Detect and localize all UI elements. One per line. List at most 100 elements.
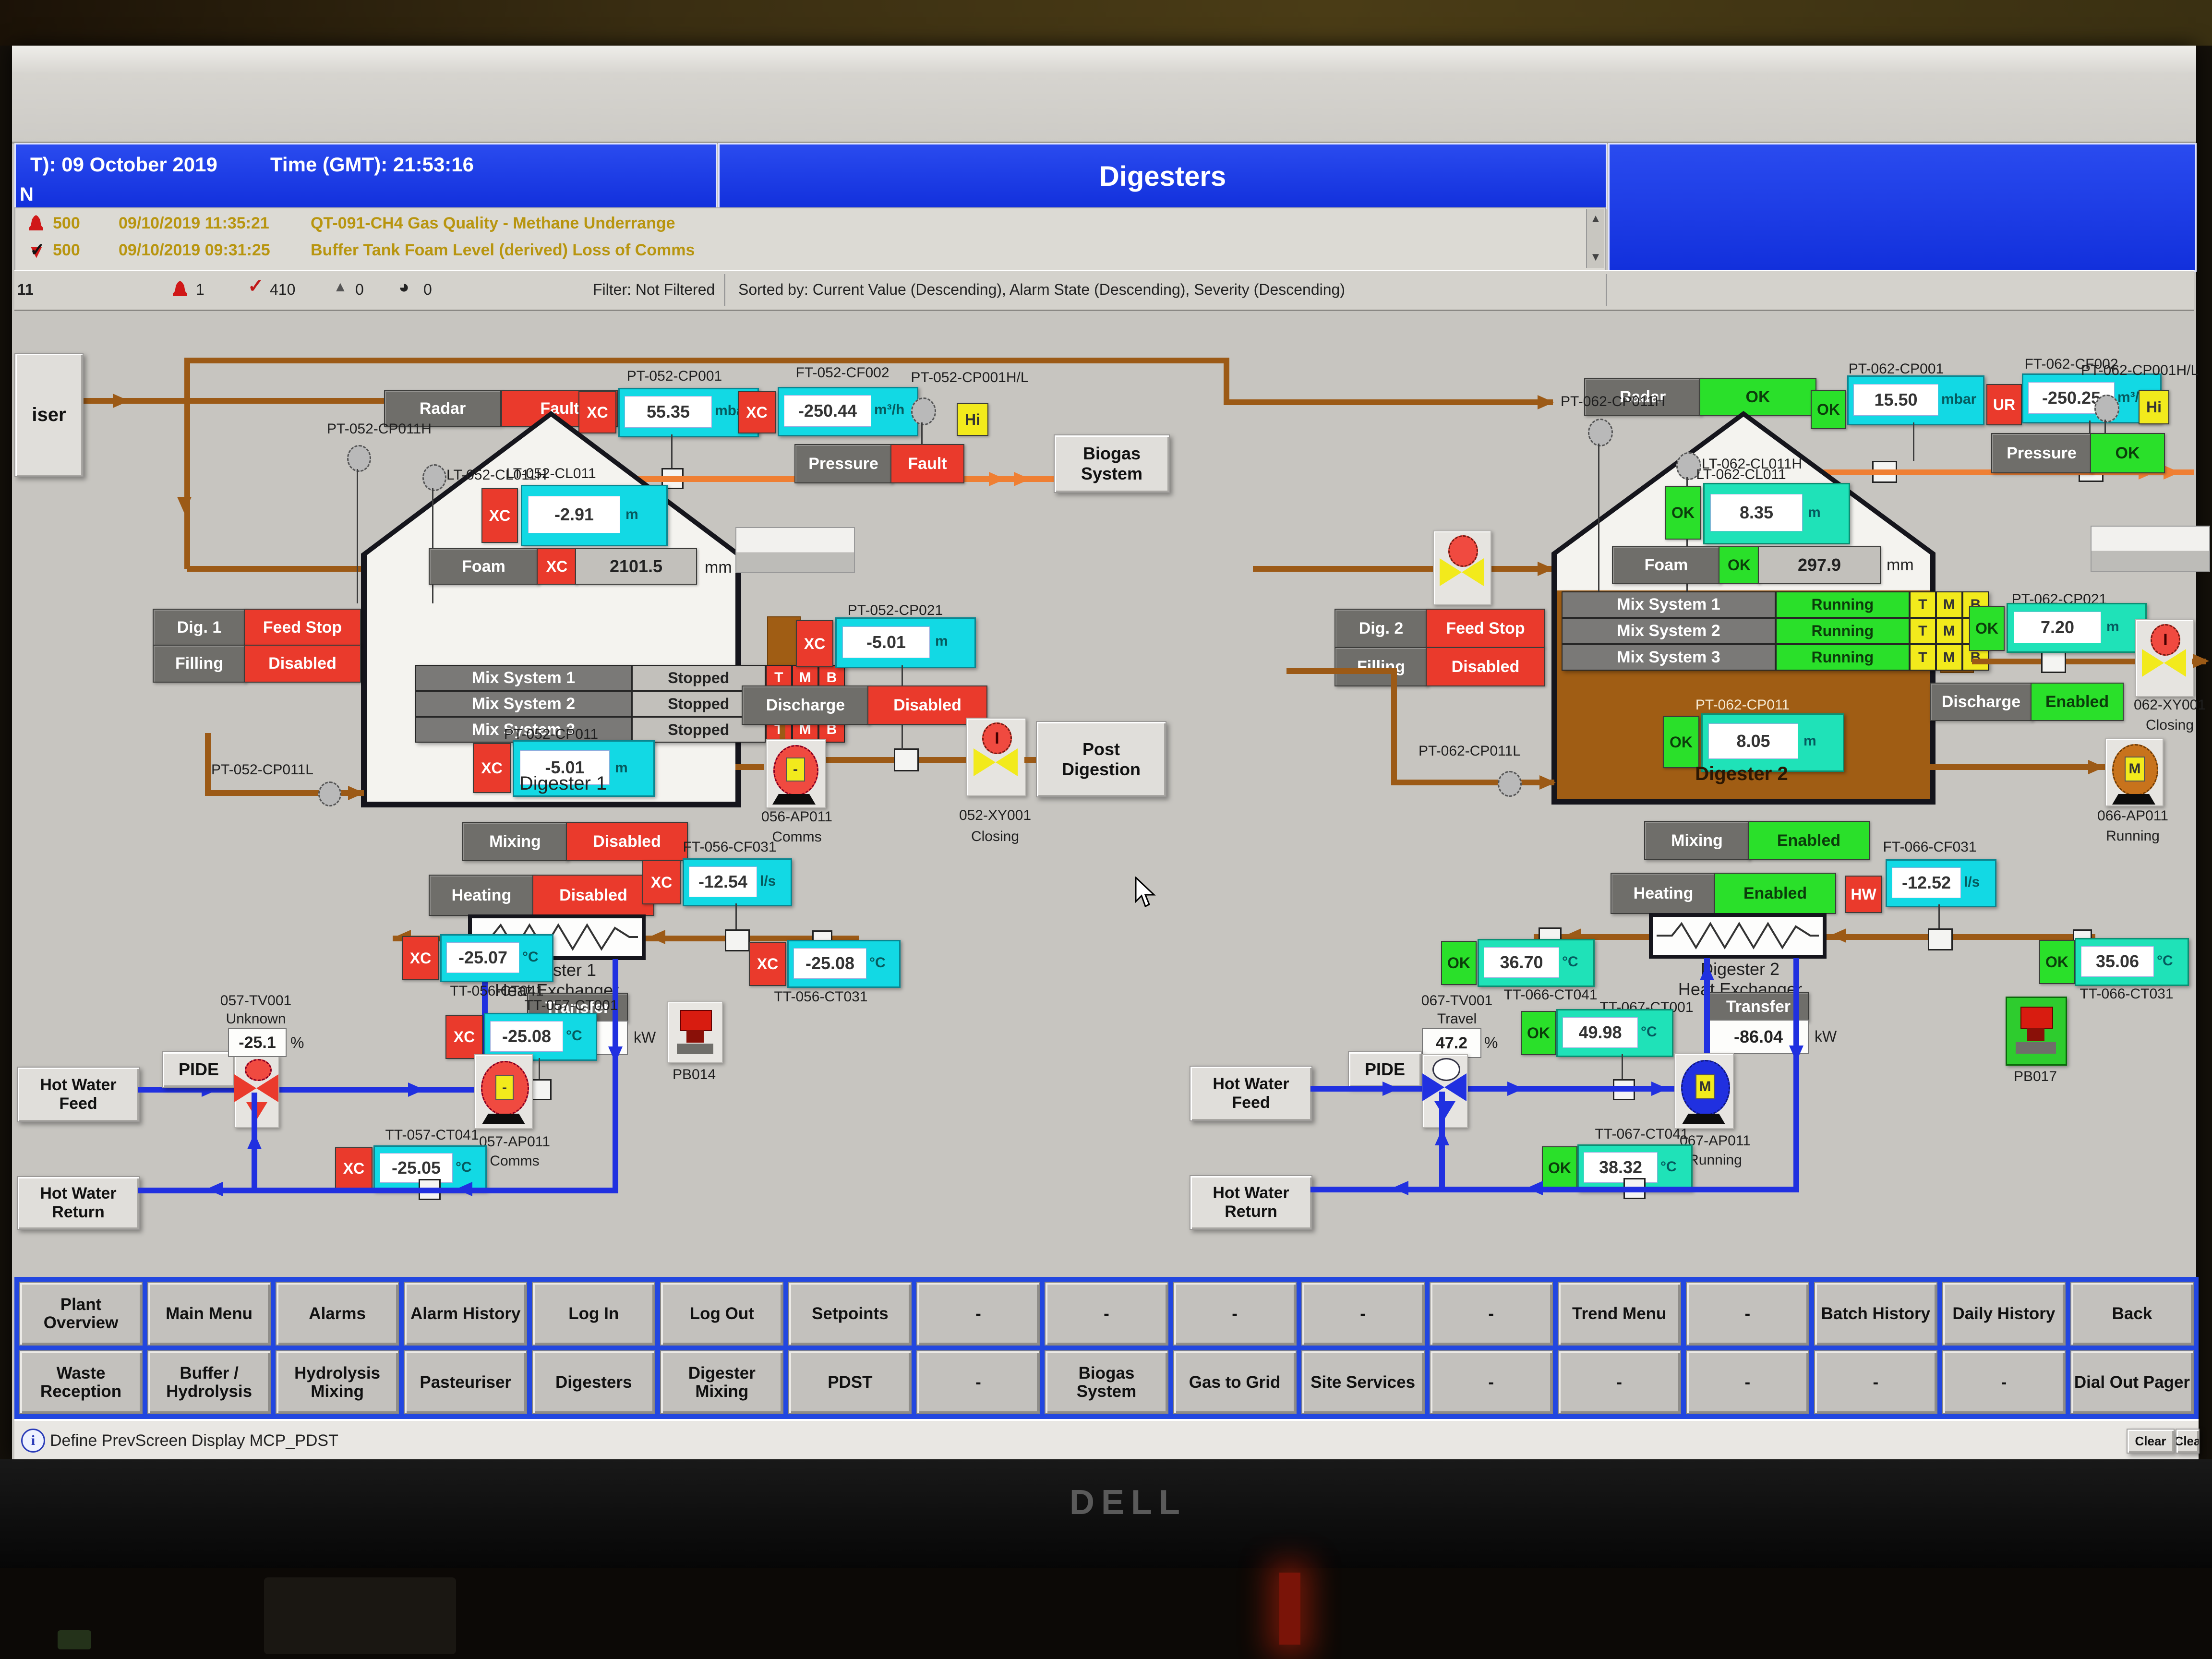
ok-badge[interactable]: OK bbox=[1811, 390, 1846, 429]
alarm-code[interactable]: 500 bbox=[53, 241, 80, 260]
valve-067-TV001[interactable] bbox=[1422, 1054, 1468, 1128]
pump-056-AP011[interactable]: - bbox=[766, 739, 826, 808]
nav-button-alarm-history[interactable]: Alarm History bbox=[404, 1282, 527, 1346]
pide-button[interactable]: PIDE bbox=[162, 1051, 236, 1088]
pump-066-AP011[interactable]: M bbox=[2105, 738, 2164, 806]
nav-button-blank[interactable]: - bbox=[1686, 1282, 1809, 1346]
nav-button-pdst[interactable]: PDST bbox=[788, 1350, 912, 1414]
nav-post-digestion[interactable]: Post Digestion bbox=[1036, 721, 1166, 797]
nav-button-blank[interactable]: - bbox=[1173, 1282, 1297, 1346]
ok-badge[interactable]: OK bbox=[2039, 940, 2075, 984]
mix-top-button[interactable]: T bbox=[1910, 618, 1936, 644]
pressure-status[interactable]: Fault bbox=[890, 444, 964, 483]
mixing-status[interactable]: Enabled bbox=[1748, 821, 1870, 860]
hi-alarm-badge[interactable]: Hi bbox=[2139, 390, 2169, 424]
alarm-timestamp[interactable]: 09/10/2019 09:31:25 bbox=[119, 241, 270, 260]
nav-button-buffer-hydrolysis[interactable]: Buffer / Hydrolysis bbox=[147, 1350, 271, 1414]
value-box[interactable]: -12.52 l/s bbox=[1886, 859, 1996, 907]
nav-button-blank[interactable]: - bbox=[1430, 1282, 1553, 1346]
nav-button-back[interactable]: Back bbox=[2070, 1282, 2194, 1346]
alarm-ack-badge[interactable]: XC bbox=[642, 860, 681, 904]
valve-049-XY061[interactable] bbox=[1433, 530, 1491, 605]
clear-button-partial[interactable]: Clea bbox=[2176, 1429, 2200, 1454]
heating-status[interactable]: Disabled bbox=[532, 875, 654, 916]
alarm-ack-badge[interactable]: XC bbox=[749, 942, 786, 986]
sort-status[interactable]: Sorted by: Current Value (Descending), A… bbox=[738, 281, 1345, 299]
alarm-message[interactable]: QT-091-CH4 Gas Quality - Methane Underra… bbox=[311, 214, 675, 233]
alarm-ack-badge[interactable]: XC bbox=[335, 1147, 373, 1190]
mix-mid-button[interactable]: M bbox=[1936, 644, 1962, 671]
nav-biogas-system[interactable]: Biogas System bbox=[1054, 434, 1170, 493]
filter-status[interactable]: Filter: Not Filtered bbox=[593, 281, 715, 299]
value-box[interactable]: -25.07 °C bbox=[440, 934, 553, 982]
value-box[interactable]: 49.98 °C bbox=[1556, 1009, 1673, 1057]
nav-button-gas-to-grid[interactable]: Gas to Grid bbox=[1173, 1350, 1297, 1414]
alarm-ack-badge[interactable]: XC bbox=[796, 620, 833, 667]
nav-button-site-services[interactable]: Site Services bbox=[1301, 1350, 1425, 1414]
nav-button-main-menu[interactable]: Main Menu bbox=[147, 1282, 271, 1346]
underrange-badge[interactable]: UR bbox=[1986, 384, 2022, 425]
alarm-ack-badge[interactable]: XC bbox=[578, 391, 616, 433]
nav-button-hydrolysis-mixing[interactable]: Hydrolysis Mixing bbox=[276, 1350, 399, 1414]
alarm-ack-badge[interactable]: XC bbox=[537, 548, 577, 585]
nav-button-plant-overview[interactable]: Plant Overview bbox=[19, 1282, 143, 1346]
pb014-button[interactable] bbox=[667, 1001, 723, 1063]
alarm-code[interactable]: 500 bbox=[53, 214, 80, 233]
nav-button-trend-menu[interactable]: Trend Menu bbox=[1558, 1282, 1681, 1346]
valve-052-XY001[interactable]: I bbox=[966, 718, 1026, 796]
valve-062-XY001[interactable]: I bbox=[2135, 619, 2194, 697]
pump-057-AP011[interactable]: - bbox=[474, 1054, 533, 1129]
foam-value[interactable]: 297.9 bbox=[1758, 546, 1881, 584]
value-box[interactable]: 36.70 °C bbox=[1478, 939, 1595, 987]
nav-button-blank[interactable]: - bbox=[1942, 1350, 2066, 1414]
hi-alarm-badge[interactable]: Hi bbox=[957, 403, 988, 436]
nav-button-digesters[interactable]: Digesters bbox=[532, 1350, 655, 1414]
value-box[interactable]: -5.01 m bbox=[835, 617, 976, 668]
nav-button-blank[interactable]: - bbox=[1686, 1350, 1809, 1414]
nav-button-blank[interactable]: - bbox=[1301, 1282, 1425, 1346]
nav-button-blank[interactable]: - bbox=[1430, 1350, 1553, 1414]
value-box[interactable]: -250.44 m³/h bbox=[778, 387, 918, 436]
value-box[interactable]: -25.08 °C bbox=[787, 940, 901, 988]
nav-button-alarms[interactable]: Alarms bbox=[276, 1282, 399, 1346]
heating-status[interactable]: Enabled bbox=[1714, 873, 1836, 914]
nav-button-blank[interactable]: - bbox=[916, 1282, 1040, 1346]
mix-top-button[interactable]: T bbox=[1910, 591, 1936, 618]
feed-status[interactable]: Feed Stop bbox=[1426, 609, 1545, 648]
nav-button-dial-out-pager[interactable]: Dial Out Pager bbox=[2070, 1350, 2194, 1414]
foam-value[interactable]: 2101.5 bbox=[575, 548, 697, 585]
nav-button-biogas-system[interactable]: Biogas System bbox=[1045, 1350, 1168, 1414]
mix-mid-button[interactable]: M bbox=[1936, 591, 1962, 618]
feed-status[interactable]: Feed Stop bbox=[244, 609, 361, 647]
nav-button-blank[interactable]: - bbox=[1045, 1282, 1168, 1346]
mix-mid-button[interactable]: M bbox=[1936, 618, 1962, 644]
alarm-scrollbar[interactable]: ▲ ▼ bbox=[1586, 209, 1604, 268]
nav-button-blank[interactable]: - bbox=[1814, 1350, 1937, 1414]
clear-button[interactable]: Clear bbox=[2127, 1429, 2175, 1454]
nav-button-pasteuriser[interactable]: Pasteuriser bbox=[404, 1350, 527, 1414]
filling-status[interactable]: Disabled bbox=[244, 645, 361, 683]
ok-badge[interactable]: OK bbox=[1663, 716, 1699, 768]
pb017-button[interactable] bbox=[2006, 997, 2067, 1066]
alarm-ack-badge[interactable]: XC bbox=[445, 1015, 483, 1059]
hw-alarm-badge[interactable]: HW bbox=[1845, 876, 1882, 913]
ok-badge[interactable]: OK bbox=[1521, 1011, 1556, 1055]
value-box[interactable]: 35.06 °C bbox=[2075, 938, 2189, 986]
alarm-timestamp[interactable]: 09/10/2019 11:35:21 bbox=[119, 214, 269, 233]
nav-pasteuriser-partial[interactable]: iser bbox=[14, 353, 84, 477]
nav-button-blank[interactable]: - bbox=[1558, 1350, 1681, 1414]
ok-badge[interactable]: OK bbox=[1665, 486, 1701, 540]
heat-exchanger-2[interactable] bbox=[1649, 913, 1827, 959]
value-box[interactable]: -2.91 m bbox=[521, 485, 668, 546]
value-box[interactable]: 15.50 mbar bbox=[1847, 375, 1984, 425]
pressure-status[interactable]: OK bbox=[2090, 433, 2165, 473]
nav-button-waste-reception[interactable]: Waste Reception bbox=[19, 1350, 143, 1414]
alarm-ack-badge[interactable]: XC bbox=[738, 391, 776, 433]
nav-button-log-in[interactable]: Log In bbox=[532, 1282, 655, 1346]
ok-badge[interactable]: OK bbox=[1542, 1146, 1577, 1190]
discharge-status[interactable]: Enabled bbox=[2031, 683, 2124, 721]
value-box[interactable]: -12.54 l/s bbox=[683, 858, 792, 906]
ok-badge[interactable]: OK bbox=[1441, 941, 1477, 985]
ok-badge[interactable]: OK bbox=[1969, 606, 2005, 651]
value-box[interactable]: 7.20 m bbox=[2007, 603, 2147, 653]
